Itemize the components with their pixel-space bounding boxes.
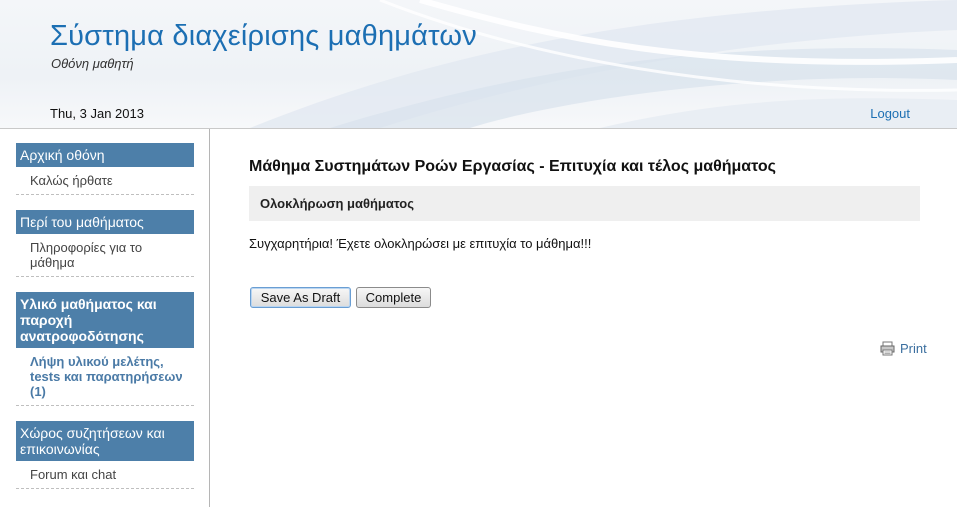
printer-icon bbox=[880, 341, 895, 356]
current-date: Thu, 3 Jan 2013 bbox=[50, 106, 144, 121]
completion-message: Συγχαρητήρια! Έχετε ολοκληρώσει με επιτυ… bbox=[249, 236, 592, 251]
complete-button[interactable]: Complete bbox=[356, 287, 431, 308]
print-link[interactable]: Print bbox=[880, 341, 927, 356]
nav-header-about[interactable]: Περί του μαθήματος bbox=[16, 210, 194, 234]
logout-link[interactable]: Logout bbox=[870, 106, 910, 121]
nav-section-discussion: Χώρος συζητήσεων και επικοινωνίας Forum … bbox=[16, 421, 194, 489]
nav-header-discussion[interactable]: Χώρος συζητήσεων και επικοινωνίας bbox=[16, 421, 194, 461]
nav-item-course-info[interactable]: Πληροφορίες για το μάθημα bbox=[16, 234, 194, 277]
section-header-box: Ολοκλήρωση μαθήματος bbox=[249, 186, 920, 221]
page-title: Μάθημα Συστημάτων Ροών Εργασίας - Επιτυχ… bbox=[249, 158, 776, 175]
save-as-draft-button[interactable]: Save As Draft bbox=[250, 287, 351, 308]
section-title: Ολοκλήρωση μαθήματος bbox=[260, 196, 415, 211]
nav-header-material[interactable]: Υλικό μαθήματος και παροχή ανατροφοδότησ… bbox=[16, 292, 194, 348]
nav-item-download-material[interactable]: Λήψη υλικού μελέτης, tests και παρατηρήσ… bbox=[16, 348, 194, 406]
nav-item-welcome[interactable]: Καλώς ήρθατε bbox=[16, 167, 194, 195]
nav-section-about: Περί του μαθήματος Πληροφορίες για το μά… bbox=[16, 210, 194, 277]
print-label: Print bbox=[900, 341, 927, 356]
page-header: Σύστημα διαχείρισης μαθημάτων Οθόνη μαθη… bbox=[0, 0, 957, 129]
nav-section-home: Αρχική οθόνη Καλώς ήρθατε bbox=[16, 143, 194, 195]
nav-section-material: Υλικό μαθήματος και παροχή ανατροφοδότησ… bbox=[16, 292, 194, 406]
app-subtitle: Οθόνη μαθητή bbox=[51, 56, 134, 71]
app-title: Σύστημα διαχείρισης μαθημάτων bbox=[50, 20, 477, 52]
nav-item-forum-chat[interactable]: Forum και chat bbox=[16, 461, 194, 489]
nav-header-home[interactable]: Αρχική οθόνη bbox=[16, 143, 194, 167]
sidebar: Αρχική οθόνη Καλώς ήρθατε Περί του μαθήμ… bbox=[0, 129, 210, 507]
